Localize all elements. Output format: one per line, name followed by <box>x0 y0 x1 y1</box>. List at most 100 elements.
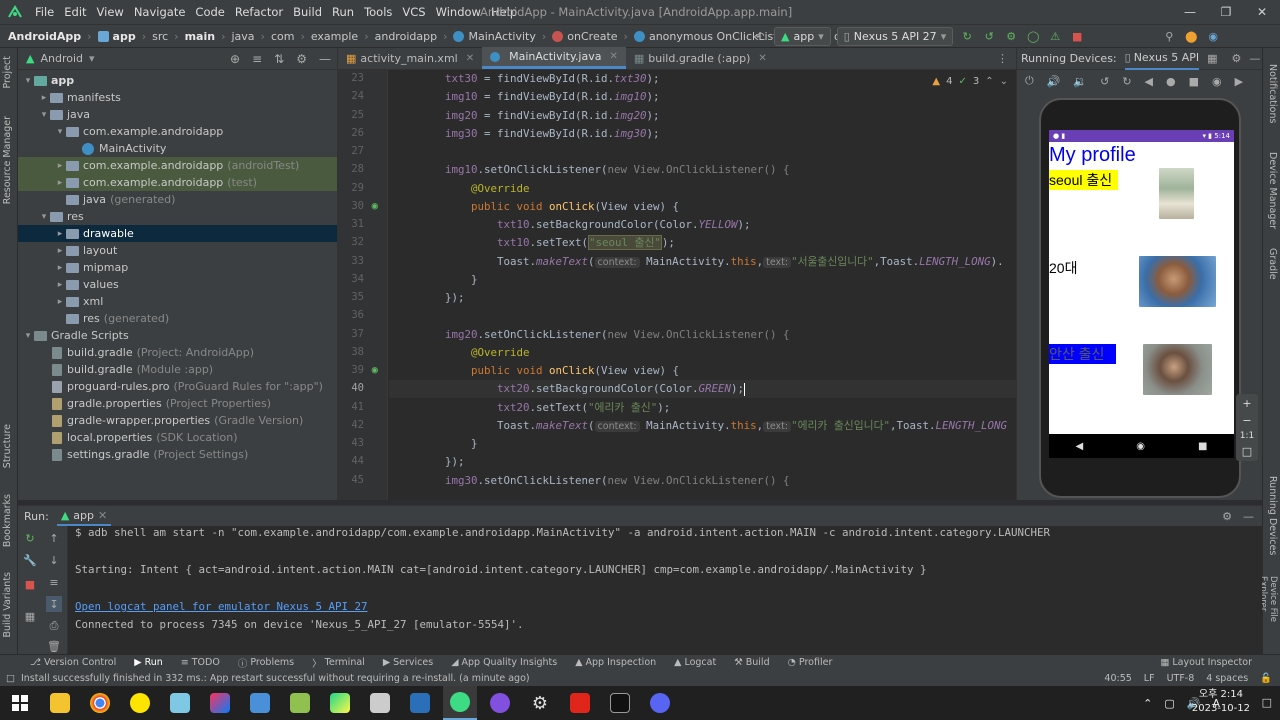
code-line[interactable]: } <box>389 435 478 453</box>
override-gutter-icon[interactable]: ◉ <box>368 200 378 212</box>
breadcrumb-java[interactable]: java <box>231 30 254 43</box>
screenshot-icon[interactable]: ◉ <box>1212 75 1222 88</box>
code-line[interactable]: } <box>389 271 478 289</box>
network-icon[interactable]: ▢ <box>1164 697 1174 710</box>
tree-node-layout[interactable]: ▸ layout <box>18 242 337 259</box>
scroll-up-icon[interactable]: ↑ <box>46 530 62 546</box>
attach-debugger-icon[interactable]: ⚠ <box>1047 29 1063 45</box>
kakaotalk-icon[interactable] <box>123 686 157 720</box>
code-editor[interactable]: txt30 = findViewById(R.id.txt30); img10 =… <box>389 70 1017 500</box>
taskbar-clock[interactable]: 오후 2:14 2023-10-12 <box>1192 688 1250 716</box>
stop-icon[interactable]: ■ <box>22 576 38 592</box>
notification-center-icon[interactable]: □ <box>1262 696 1272 709</box>
caret-position[interactable]: 40:55 <box>1104 673 1131 684</box>
collapse-all-icon[interactable]: ≡ <box>252 52 262 66</box>
tree-node-local-properties[interactable]: local.properties (SDK Location) <box>18 429 337 446</box>
line-separator[interactable]: LF <box>1144 673 1155 684</box>
zoom-in-icon[interactable]: + <box>1242 397 1251 410</box>
profile-photo-3[interactable] <box>1143 344 1212 395</box>
notepad-icon[interactable] <box>163 686 197 720</box>
tab-build-gradle[interactable]: ▦ build.gradle (:app) ✕ <box>626 47 775 69</box>
breadcrumb-main[interactable]: main <box>185 30 216 43</box>
project-view-selector[interactable]: Android <box>40 52 83 65</box>
rerun-icon[interactable]: ↻ <box>959 29 975 45</box>
code-line[interactable]: Toast.makeText(context: MainActivity.thi… <box>389 417 1007 435</box>
run-tab[interactable]: ▶ Run <box>134 657 163 668</box>
logcat-tab[interactable]: ▲ Logcat <box>674 657 716 668</box>
services-tab[interactable]: ▶ Services <box>383 657 433 668</box>
override-gutter-icon[interactable]: ◉ <box>368 364 378 376</box>
vcs-arrow-icon[interactable]: ↶ <box>752 29 768 45</box>
run-config-dropdown[interactable]: ▲ app ▾ <box>774 27 831 46</box>
device-tab[interactable]: ▯ Nexus 5 API <box>1124 48 1200 70</box>
discord-icon[interactable] <box>643 686 677 720</box>
layout-inspector-tab[interactable]: ▦ Layout Inspector <box>1160 655 1252 671</box>
code-line[interactable]: txt20.setBackgroundColor(Color.GREEN); <box>389 380 1017 399</box>
clear-icon[interactable]: 🗑 <box>46 638 62 654</box>
tree-node-drawable[interactable]: ▸ drawable <box>18 225 337 242</box>
tree-node-mipmap[interactable]: ▸ mipmap <box>18 259 337 276</box>
tab-activity-main-xml[interactable]: ▦ activity_main.xml ✕ <box>338 47 482 69</box>
code-line[interactable]: img20.setOnClickListener(new View.OnClic… <box>389 326 790 344</box>
code-line[interactable]: }); <box>389 453 465 471</box>
todo-tab[interactable]: ≡ TODO <box>181 657 220 668</box>
layout-icon[interactable]: ▦ <box>22 608 38 624</box>
menu-refactor[interactable]: Refactor <box>230 0 288 24</box>
pycharm-icon[interactable] <box>323 686 357 720</box>
tree-node-gradle-scripts[interactable]: ▾ Gradle Scripts <box>18 327 337 344</box>
debug-icon[interactable]: ⚙ <box>1003 29 1019 45</box>
code-line[interactable]: txt30 = findViewById(R.id.txt30); <box>389 70 660 88</box>
menu-build[interactable]: Build <box>288 0 327 24</box>
tree-node-res[interactable]: ▾ res <box>18 208 337 225</box>
wrench-icon[interactable]: 🔧 <box>22 552 38 568</box>
window-app-icon[interactable] <box>243 686 277 720</box>
menu-run[interactable]: Run <box>327 0 359 24</box>
menu-tools[interactable]: Tools <box>359 0 397 24</box>
origin-text-2[interactable]: 안산 출신 <box>1049 344 1117 364</box>
gear-icon[interactable]: ⚙ <box>1222 510 1232 523</box>
volume-down-icon[interactable]: 🔉 <box>1073 75 1087 88</box>
breadcrumb-project[interactable]: AndroidApp <box>8 30 81 43</box>
more-tabs-icon[interactable]: ⋮ <box>997 52 1008 65</box>
version-control-tab[interactable]: ⎇ Version Control <box>30 657 116 668</box>
status-message[interactable]: Install successfully finished in 332 ms.… <box>21 673 530 684</box>
code-line[interactable]: txt10.setText("seoul 출신"); <box>389 234 675 252</box>
gradle-tab[interactable]: Gradle <box>1267 248 1278 280</box>
notepad-plus-icon[interactable] <box>283 686 317 720</box>
chrome-icon[interactable] <box>83 686 117 720</box>
zoom-out-icon[interactable]: − <box>1242 414 1251 427</box>
intellij-icon[interactable] <box>203 686 237 720</box>
device-dropdown[interactable]: ▯ Nexus 5 API 27 ▾ <box>836 27 954 46</box>
profile-photo-1[interactable] <box>1159 168 1194 219</box>
code-line[interactable]: Toast.makeText(context: MainActivity.thi… <box>389 253 1004 271</box>
emulator-screen[interactable]: ● ▮ ▾ ▮ 5:14 My profile seoul 출신 20대 안산 … <box>1049 130 1234 434</box>
code-line[interactable]: txt10.setBackgroundColor(Color.YELLOW); <box>389 216 751 234</box>
bookmarks-tab[interactable]: Bookmarks <box>2 494 13 547</box>
settings-icon[interactable]: ⚙ <box>523 686 557 720</box>
rotate-right-icon[interactable]: ↻ <box>1122 75 1131 88</box>
tree-node-mainactivity[interactable]: MainActivity <box>18 140 337 157</box>
terminal-taskbar-icon[interactable] <box>603 686 637 720</box>
breadcrumb-com[interactable]: com <box>271 30 295 43</box>
tab-mainactivity-java[interactable]: MainActivity.java ✕ <box>482 47 626 69</box>
tree-node-values[interactable]: ▸ values <box>18 276 337 293</box>
power-icon[interactable]: ⏻ <box>1025 74 1034 88</box>
android-studio-taskbar-icon[interactable] <box>443 686 477 720</box>
tree-node-gradle-properties[interactable]: gradle.properties (Project Properties) <box>18 395 337 412</box>
code-line[interactable]: img10.setOnClickListener(new View.OnClic… <box>389 161 790 179</box>
android-recents-icon[interactable]: ■ <box>1198 441 1207 452</box>
menu-edit[interactable]: Edit <box>59 0 91 24</box>
tree-node-androidtest[interactable]: ▸ com.example.androidapp (androidTest) <box>18 157 337 174</box>
code-line[interactable]: img10 = findViewById(R.id.img10); <box>389 88 660 106</box>
tree-node-java-generated[interactable]: java (generated) <box>18 191 337 208</box>
app-inspection-tab[interactable]: ▲ App Inspection <box>575 657 656 668</box>
gear-icon[interactable]: ⚙ <box>296 52 307 66</box>
menu-code[interactable]: Code <box>190 0 229 24</box>
status-icon[interactable]: □ <box>6 673 15 684</box>
tree-node-test[interactable]: ▸ com.example.androidapp (test) <box>18 174 337 191</box>
profile-photo-2[interactable] <box>1139 256 1216 307</box>
soft-wrap-icon[interactable]: ≡ <box>46 574 62 590</box>
close-button[interactable]: ✕ <box>1244 0 1280 24</box>
resource-manager-tab[interactable]: Resource Manager <box>2 116 13 204</box>
profiler-tab[interactable]: ◔ Profiler <box>788 657 833 668</box>
